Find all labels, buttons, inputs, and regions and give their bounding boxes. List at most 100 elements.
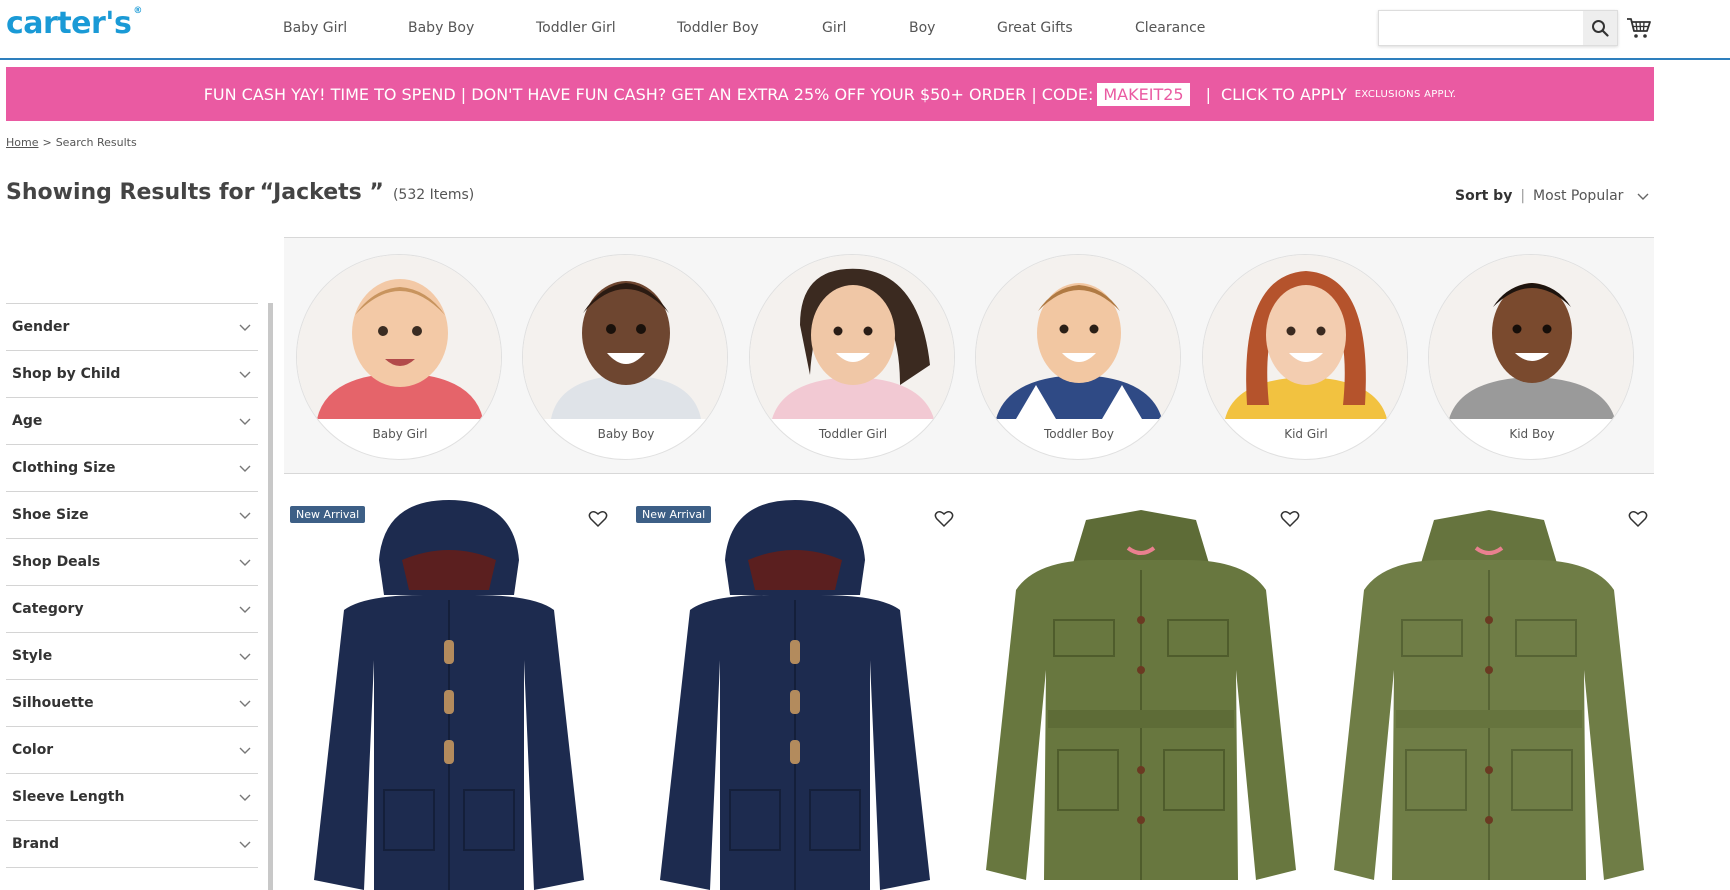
filter-label: Sleeve Length: [12, 789, 125, 805]
breadcrumb-current: Search Results: [55, 136, 137, 149]
category-label: Kid Girl: [1284, 427, 1328, 441]
child-photo: [1429, 255, 1633, 419]
heart-icon[interactable]: [1280, 510, 1300, 528]
filter-sleeve-length[interactable]: Sleeve Length: [6, 773, 258, 820]
carters-logo[interactable]: carter's ®: [6, 6, 142, 41]
category-baby-girl[interactable]: Baby Girl: [296, 254, 502, 460]
breadcrumb-home-link[interactable]: Home: [6, 136, 38, 149]
filter-clothing-size[interactable]: Clothing Size: [6, 444, 258, 491]
filter-label: Category: [12, 601, 84, 617]
sort-dropdown[interactable]: Sort by | Most Popular: [1455, 188, 1650, 204]
promo-exclusions: EXCLUSIONS APPLY.: [1354, 88, 1457, 100]
filter-silhouette[interactable]: Silhouette: [6, 679, 258, 726]
chevron-down-icon: [239, 747, 251, 754]
nav-item-clearance[interactable]: Clearance: [1135, 20, 1205, 36]
filter-gender[interactable]: Gender: [6, 303, 258, 350]
chevron-down-icon: [239, 418, 251, 425]
category-toddler-boy[interactable]: Toddler Boy: [975, 254, 1181, 460]
category-label: Baby Boy: [597, 427, 655, 441]
breadcrumb-chevron: >: [42, 136, 52, 149]
child-photo: [523, 255, 727, 419]
chevron-down-icon: [239, 371, 251, 378]
cart-icon[interactable]: [1626, 16, 1652, 40]
heart-icon[interactable]: [1628, 510, 1648, 528]
filter-sidebar: Gender Shop by Child Age Clothing Size S…: [6, 303, 258, 887]
green-utility-jacket-image: [1334, 510, 1644, 880]
nav-item-baby-boy[interactable]: Baby Boy: [408, 20, 474, 36]
breadcrumb: Home > Search Results: [6, 136, 137, 149]
page-title: Showing Results for “Jackets ” (532 Item…: [6, 180, 474, 205]
results-prefix: Showing Results for: [6, 180, 255, 205]
filter-shop-by-child[interactable]: Shop by Child: [6, 350, 258, 397]
chevron-down-icon: [239, 606, 251, 613]
green-utility-jacket-image: [986, 510, 1296, 880]
new-arrival-badge: New Arrival: [290, 506, 366, 523]
category-toddler-girl[interactable]: Toddler Girl: [749, 254, 955, 460]
heart-icon[interactable]: [934, 510, 954, 528]
filter-label: Style: [12, 648, 53, 664]
nav-item-boy[interactable]: Boy: [909, 20, 935, 36]
child-photo: [750, 255, 954, 419]
filter-label: Shop Deals: [12, 554, 101, 570]
child-photo: [297, 255, 501, 419]
filter-style[interactable]: Style: [6, 632, 258, 679]
filter-shop-deals[interactable]: Shop Deals: [6, 538, 258, 585]
filter-shoe-size[interactable]: Shoe Size: [6, 491, 258, 538]
category-label: Kid Boy: [1509, 427, 1555, 441]
filter-label: Gender: [12, 319, 70, 335]
filter-label: Brand: [12, 836, 60, 852]
nav-item-toddler-girl[interactable]: Toddler Girl: [536, 20, 616, 36]
promo-banner[interactable]: FUN CASH YAY! TIME TO SPEND | DON'T HAVE…: [6, 67, 1654, 121]
filter-category[interactable]: Category: [6, 585, 258, 632]
child-photo: [1203, 255, 1407, 419]
chevron-down-icon: [1637, 193, 1649, 200]
heart-icon[interactable]: [588, 510, 608, 528]
nav-item-girl[interactable]: Girl: [822, 20, 846, 36]
product-card[interactable]: [1324, 500, 1654, 890]
nav-item-toddler-boy[interactable]: Toddler Boy: [677, 20, 759, 36]
promo-code: MAKEIT25: [1097, 82, 1190, 106]
product-card[interactable]: New Arrival: [284, 500, 614, 890]
filter-brand[interactable]: Brand: [6, 820, 258, 867]
chevron-down-icon: [239, 794, 251, 801]
promo-separator: |: [1205, 84, 1211, 104]
nav-item-great-gifts[interactable]: Great Gifts: [997, 20, 1073, 36]
navy-toggle-coat-image: [314, 500, 584, 890]
logo-text: carter's: [6, 6, 132, 41]
sidebar-scrollbar[interactable]: [268, 303, 273, 890]
sort-label: Sort by: [1455, 188, 1513, 204]
category-label: Toddler Girl: [818, 427, 888, 441]
filter-label: Clothing Size: [12, 460, 116, 476]
promo-apply-link[interactable]: CLICK TO APPLY: [1221, 85, 1347, 104]
category-label: Toddler Boy: [1043, 427, 1114, 441]
filter-label: Shoe Size: [12, 507, 89, 523]
search-box: [1378, 10, 1618, 46]
results-count: (532 Items): [392, 187, 475, 203]
filter-partial[interactable]: [6, 867, 258, 887]
chevron-down-icon: [239, 653, 251, 660]
chevron-down-icon: [239, 512, 251, 519]
filter-color[interactable]: Color: [6, 726, 258, 773]
chevron-down-icon: [239, 465, 251, 472]
chevron-down-icon: [239, 559, 251, 566]
filter-label: Color: [12, 742, 54, 758]
new-arrival-badge: New Arrival: [636, 506, 712, 523]
chevron-down-icon: [239, 841, 251, 848]
child-photo: [976, 255, 1180, 419]
search-input[interactable]: [1379, 11, 1583, 45]
nav-item-baby-girl[interactable]: Baby Girl: [283, 20, 347, 36]
search-button[interactable]: [1583, 11, 1617, 45]
category-baby-boy[interactable]: Baby Boy: [522, 254, 728, 460]
category-kid-boy[interactable]: Kid Boy: [1428, 254, 1634, 460]
search-icon: [1592, 20, 1609, 37]
promo-text: FUN CASH YAY! TIME TO SPEND | DON'T HAVE…: [203, 84, 1094, 104]
product-card[interactable]: New Arrival: [630, 500, 960, 890]
product-card[interactable]: [976, 500, 1306, 890]
shop-by-child-band: Baby Girl Baby Boy Toddler Girl Toddler …: [284, 237, 1654, 474]
chevron-down-icon: [239, 700, 251, 707]
navy-toggle-coat-image: [660, 500, 930, 890]
filter-age[interactable]: Age: [6, 397, 258, 444]
category-kid-girl[interactable]: Kid Girl: [1202, 254, 1408, 460]
results-query: “Jackets ”: [259, 180, 384, 205]
sort-value: Most Popular: [1533, 188, 1624, 204]
